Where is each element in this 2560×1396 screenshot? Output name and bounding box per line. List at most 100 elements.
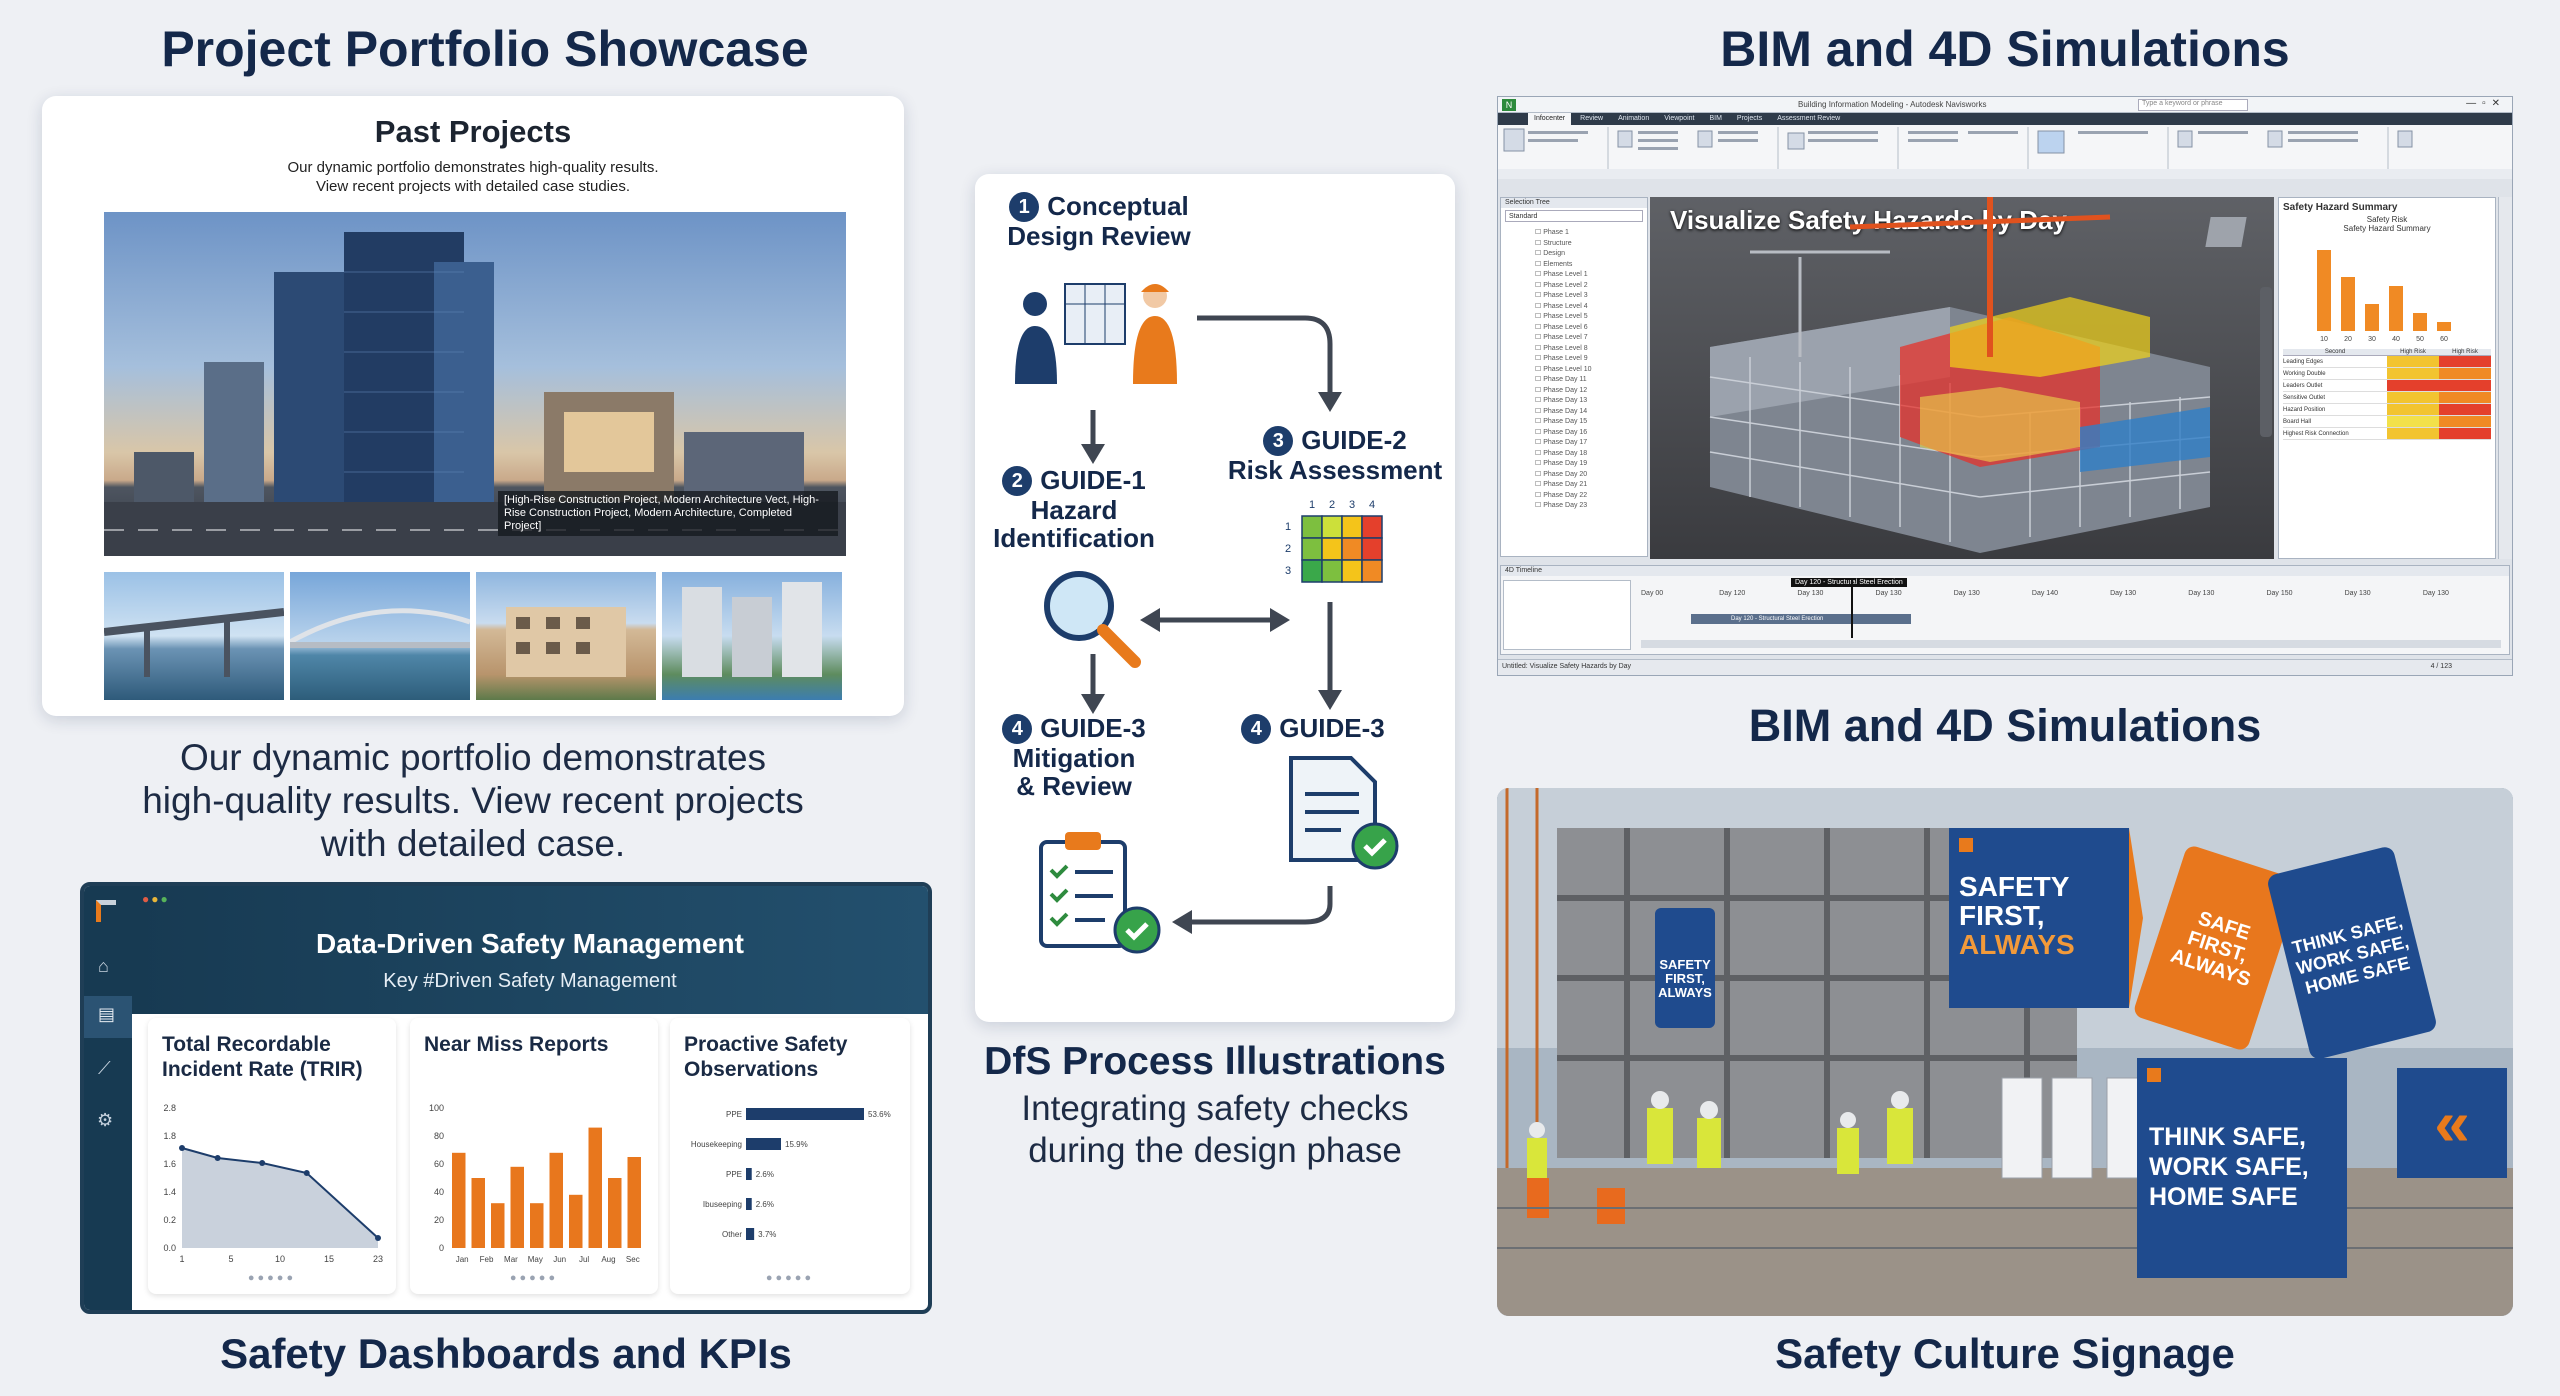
- tree-item[interactable]: ☐ Phase Day 11: [1501, 375, 1647, 386]
- carousel-dots[interactable]: ●●●●●: [670, 1272, 910, 1284]
- ribbon-tab[interactable]: Infocenter: [1528, 113, 1572, 125]
- safety-tag-left: SAFETY FIRST, ALWAYS: [1655, 908, 1715, 1028]
- timeline-day-label: Day 140: [2031, 590, 2058, 597]
- timeline-day-label: Day 130: [2188, 590, 2215, 597]
- risk-cell: [2387, 356, 2439, 367]
- app-logo-icon: [96, 900, 116, 922]
- timeline-bar[interactable]: Day 120 - Structural Steel Erection: [1691, 614, 1911, 624]
- kpi-near-miss-card[interactable]: Near Miss Reports 100 80 60 40 20 0 Jan Feb Mar M…: [410, 1018, 658, 1294]
- home-icon[interactable]: ⌂: [98, 956, 109, 977]
- trir-point: [179, 1145, 185, 1151]
- observation-bar: [746, 1198, 752, 1210]
- tree-item[interactable]: ☐ Phase Day 17: [1501, 438, 1647, 449]
- timeline-day-label: Day 130: [1953, 590, 1980, 597]
- tree-item[interactable]: ☐ Phase Level 8: [1501, 344, 1647, 355]
- risk-cell: [2387, 368, 2439, 379]
- tree-item[interactable]: ☐ Phase Day 14: [1501, 407, 1647, 418]
- project-hero-image[interactable]: [High-Rise Construction Project, Modern …: [104, 212, 846, 556]
- tree-item[interactable]: ☐ Phase Level 1: [1501, 270, 1647, 281]
- table-row[interactable]: Leaders Outlet: [2283, 380, 2491, 392]
- risk-cell: [2439, 428, 2491, 439]
- summary-bar: [2413, 313, 2427, 331]
- building-icon[interactable]: ▤: [98, 1004, 115, 1025]
- value-label: 2.6%: [756, 1200, 774, 1209]
- trir-point: [214, 1155, 221, 1161]
- search-field[interactable]: Type a keyword or phrase: [2138, 99, 2248, 111]
- x-tick-label: Feb: [480, 1255, 494, 1264]
- near-miss-bar: [588, 1127, 602, 1248]
- tree-item[interactable]: ☐ Phase Level 10: [1501, 365, 1647, 376]
- ribbon-tab[interactable]: Assessment Review: [1771, 113, 1846, 125]
- tree-item[interactable]: ☐ Phase Day 18: [1501, 449, 1647, 460]
- project-thumbnail-bridge-1[interactable]: [104, 572, 284, 700]
- summary-bar: [2317, 250, 2331, 331]
- ribbon-tab[interactable]: Projects: [1731, 113, 1768, 125]
- title-bar: N Building Information Modeling - Autode…: [1498, 97, 2512, 113]
- tree-item[interactable]: ☐ Phase 1: [1501, 228, 1647, 239]
- project-thumbnail-towers[interactable]: [662, 572, 842, 700]
- ribbon-tab[interactable]: Animation: [1612, 113, 1655, 125]
- selection-tree-select[interactable]: Standard: [1505, 210, 1643, 222]
- tree-item[interactable]: ☐ Phase Day 12: [1501, 386, 1647, 397]
- right-collapsed-tabs[interactable]: [2498, 197, 2512, 559]
- nav-bar[interactable]: [2260, 287, 2272, 437]
- chart-icon[interactable]: ⟋: [98, 1058, 111, 1079]
- settings-icon[interactable]: ⚙: [97, 1110, 113, 1131]
- timeline-scrollbar[interactable]: [1641, 640, 2501, 648]
- bim-heading: BIM and 4D Simulations: [1720, 21, 2290, 77]
- timeline-task-list[interactable]: [1503, 580, 1631, 650]
- trir-line-chart: 2.81.81.61.40.20.01 5 10 15 23: [163, 1103, 383, 1264]
- safety-signage-photo[interactable]: SAFETY FIRST, ALWAYS SAFETY FIRST, ALWAY…: [1497, 788, 2513, 1316]
- ribbon-tab[interactable]: BIM: [1703, 113, 1727, 125]
- tree-item[interactable]: ☐ Phase Level 5: [1501, 312, 1647, 323]
- table-row[interactable]: Hazard Position: [2283, 404, 2491, 416]
- tree-item[interactable]: ☐ Phase Day 23: [1501, 501, 1647, 512]
- table-row[interactable]: Highest Risk Connection: [2283, 428, 2491, 440]
- timeline-day-label: Day 130: [2344, 590, 2371, 597]
- tree-item[interactable]: ☐ Phase Level 7: [1501, 333, 1647, 344]
- tree-item[interactable]: ☐ Phase Day 16: [1501, 428, 1647, 439]
- status-right: 4 / 123: [2430, 663, 2452, 670]
- tree-item[interactable]: ☐ Phase Day 20: [1501, 470, 1647, 481]
- carousel-dots[interactable]: ●●●●●: [148, 1272, 396, 1284]
- y-tick-label: 20: [434, 1215, 444, 1225]
- dashboard-heading: Safety Dashboards and KPIs: [220, 1330, 792, 1377]
- near-miss-bar: [627, 1157, 641, 1248]
- tree-item[interactable]: ☐ Phase Level 3: [1501, 291, 1647, 302]
- project-thumbnail-bridge-2[interactable]: [290, 572, 470, 700]
- table-row[interactable]: Sensitive Outlet: [2283, 392, 2491, 404]
- tree-item[interactable]: ☐ Phase Day 13: [1501, 396, 1647, 407]
- x-tick-label: Jun: [553, 1255, 566, 1264]
- kpi-observations-card[interactable]: Proactive Safety Observations PPE 53.6% Hou…: [670, 1018, 910, 1294]
- table-row[interactable]: Board Hall: [2283, 416, 2491, 428]
- tree-item[interactable]: ☐ Phase Day 21: [1501, 480, 1647, 491]
- ribbon-tab[interactable]: Review: [1574, 113, 1609, 125]
- tree-item[interactable]: ☐ Phase Level 9: [1501, 354, 1647, 365]
- tree-item[interactable]: ☐ Phase Level 6: [1501, 323, 1647, 334]
- timeline-title: 4D Timeline: [1501, 566, 2509, 576]
- timeline-day-label: Day 130: [2422, 590, 2449, 597]
- tree-item[interactable]: ☐ Phase Day 15: [1501, 417, 1647, 428]
- tree-item[interactable]: ☐ Phase Day 22: [1501, 491, 1647, 502]
- tree-item[interactable]: ☐ Elements: [1501, 260, 1647, 271]
- ribbon-tab[interactable]: Viewpoint: [1658, 113, 1700, 125]
- table-row[interactable]: Working Double: [2283, 368, 2491, 380]
- tree-item[interactable]: ☐ Structure: [1501, 239, 1647, 250]
- summary-x-label: 20: [2344, 336, 2352, 343]
- carousel-dots[interactable]: ●●●●●: [410, 1272, 658, 1284]
- kpi-trir-card[interactable]: Total Recordable Incident Rate (TRIR) 2.8…: [148, 1018, 396, 1294]
- tree-item[interactable]: ☐ Phase Level 4: [1501, 302, 1647, 313]
- project-thumbnail-residential[interactable]: [476, 572, 656, 700]
- tree-item[interactable]: ☐ Design: [1501, 249, 1647, 260]
- table-row[interactable]: Leading Edges: [2283, 356, 2491, 368]
- tree-item[interactable]: ☐ Phase Level 2: [1501, 281, 1647, 292]
- selection-tree-panel[interactable]: Selection Tree Standard ☐ Phase 1 ☐ Struc…: [1500, 197, 1648, 557]
- selection-tree-list: ☐ Phase 1 ☐ Structure ☐ Design ☐ Elements ☐ …: [1501, 224, 1647, 512]
- window-controls[interactable]: —▫✕: [2466, 98, 2506, 109]
- timeline-playhead[interactable]: [1851, 578, 1853, 638]
- 3d-viewport[interactable]: Visualize Safety Hazards by Day: [1650, 197, 2274, 559]
- viewcube-icon[interactable]: [2205, 217, 2247, 247]
- risk-cell: [2439, 380, 2491, 391]
- tree-item[interactable]: ☐ Phase Day 19: [1501, 459, 1647, 470]
- timeline-day-label: Day 130: [1797, 590, 1824, 597]
